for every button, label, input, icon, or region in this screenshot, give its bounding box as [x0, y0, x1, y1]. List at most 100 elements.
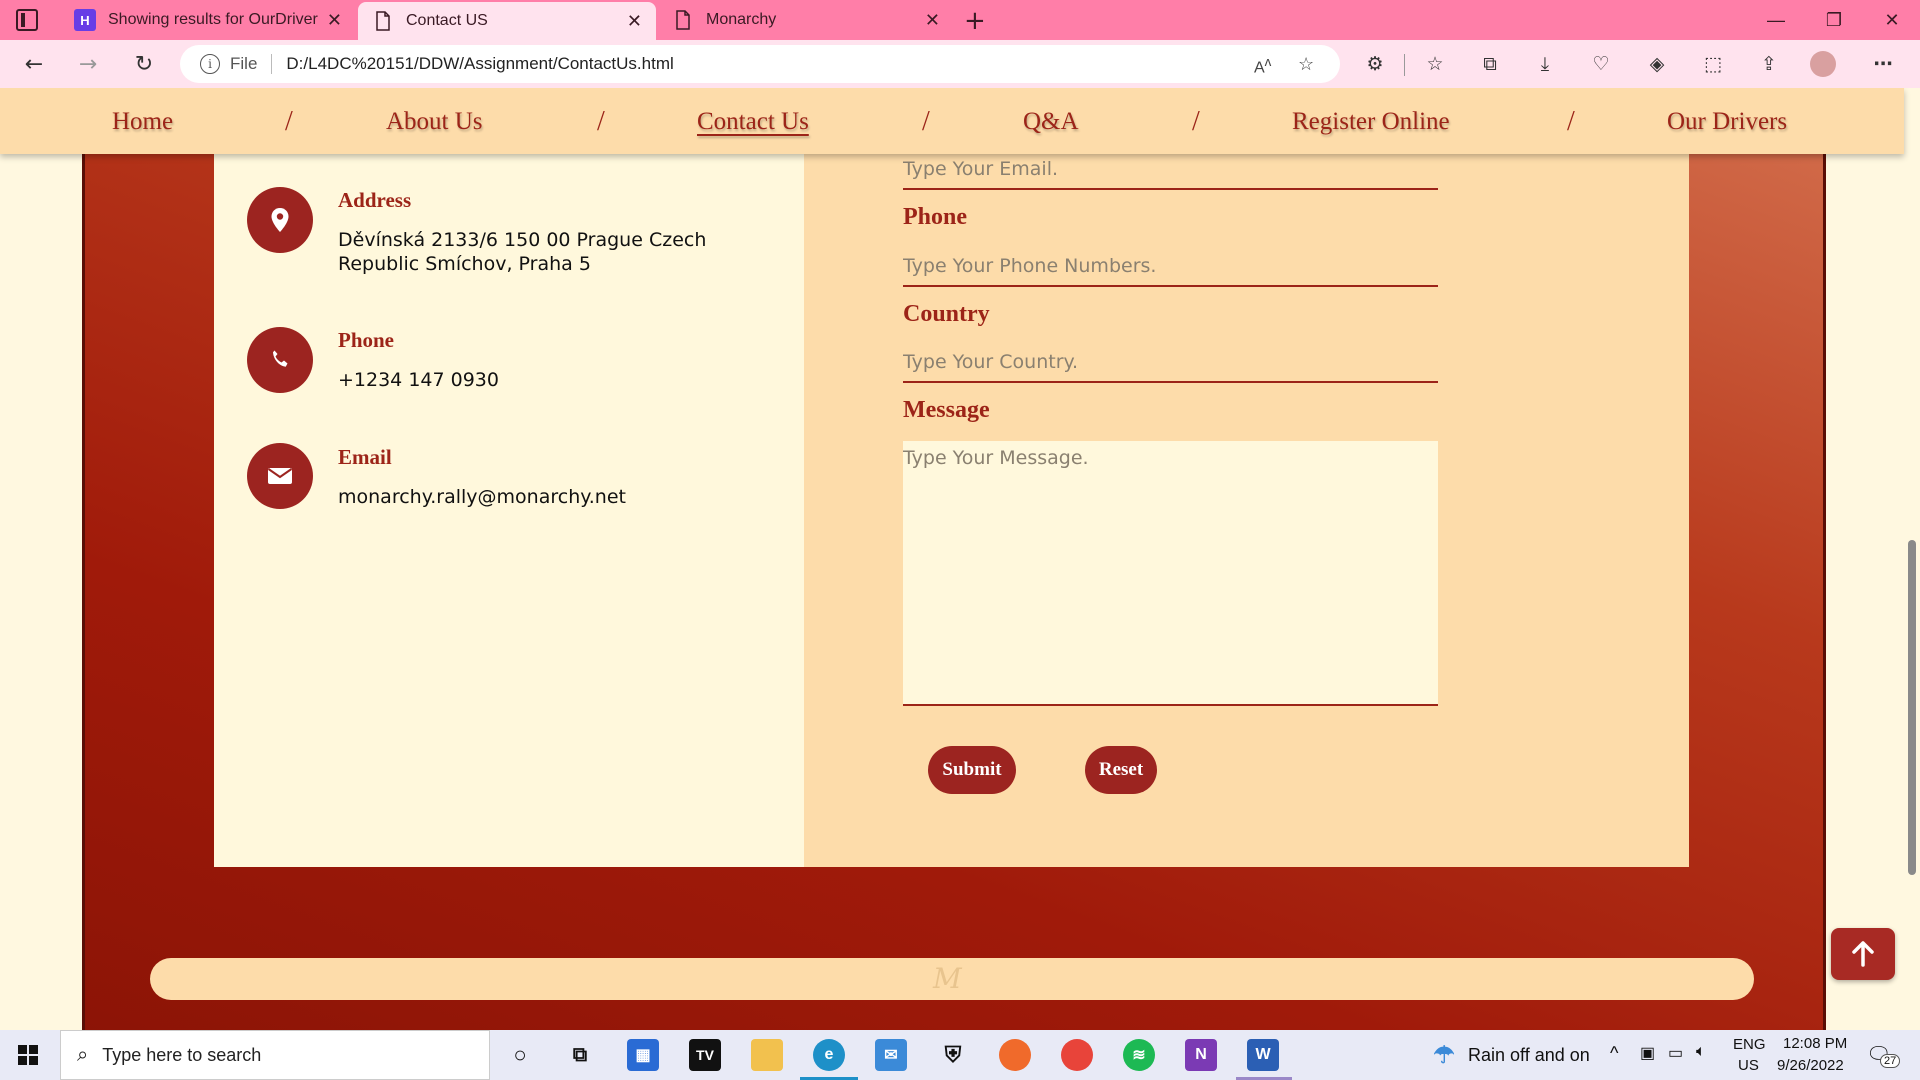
file-explorer-icon[interactable] [751, 1039, 783, 1071]
footer-logo: M [933, 962, 962, 995]
location-icon [247, 187, 313, 253]
hostinger-icon: H [74, 9, 96, 31]
browser-essentials-icon[interactable]: ♡ [1586, 52, 1616, 76]
main-nav: Home / About Us / Contact Us / Q&A / Reg… [0, 88, 1904, 154]
copilot-icon[interactable]: ◈ [1642, 52, 1672, 76]
nav-separator: / [1567, 106, 1575, 137]
phone-icon [247, 327, 313, 393]
close-icon[interactable]: ✕ [627, 11, 642, 32]
tradingview-icon[interactable]: TV [689, 1039, 721, 1071]
extensions-icon[interactable]: ⚙ [1360, 52, 1390, 76]
submit-button[interactable]: Submit [928, 746, 1016, 794]
collections-icon[interactable]: ⧉ [1475, 52, 1505, 76]
language-line-2[interactable]: US [1738, 1057, 1759, 1074]
nav-separator: / [1192, 106, 1200, 137]
language-line-1[interactable]: ENG [1733, 1036, 1766, 1053]
nav-about-us[interactable]: About Us [386, 108, 483, 136]
screenshot-icon[interactable]: ⬚ [1698, 52, 1728, 76]
clock-date[interactable]: 9/26/2022 [1777, 1057, 1844, 1074]
nav-our-drivers[interactable]: Our Drivers [1667, 108, 1787, 136]
tab-title: Contact US [406, 12, 488, 29]
security-shield-icon[interactable]: ⛨ [937, 1039, 969, 1071]
minimize-icon[interactable]: — [1748, 0, 1804, 40]
scroll-to-top-button[interactable] [1831, 928, 1895, 980]
edge-icon[interactable]: e [813, 1039, 845, 1071]
search-icon: ⌕ [77, 1043, 89, 1066]
tab-actions-icon[interactable] [16, 9, 38, 31]
country-label: Country [903, 301, 990, 327]
clock-time[interactable]: 12:08 PM [1783, 1035, 1847, 1052]
scrollbar-thumb[interactable] [1908, 540, 1916, 875]
nav-qa[interactable]: Q&A [1023, 108, 1079, 136]
close-icon[interactable]: ✕ [925, 10, 940, 31]
mail-icon[interactable]: ✉ [875, 1039, 907, 1071]
more-menu-icon[interactable]: ⋯ [1868, 52, 1898, 76]
restore-icon[interactable]: ❐ [1806, 0, 1862, 40]
word-icon[interactable]: W [1247, 1039, 1279, 1071]
read-aloud-icon[interactable]: Aʌ [1254, 54, 1271, 77]
onenote-icon[interactable]: N [1185, 1039, 1217, 1071]
download-icon[interactable]: ⤓ [1530, 52, 1560, 76]
weather-umbrella-icon[interactable]: ☂ [1428, 1039, 1460, 1071]
weather-text[interactable]: Rain off and on [1468, 1045, 1590, 1066]
tab-title: Monarchy [706, 11, 777, 28]
volume-icon[interactable]: 🔈︎ [1696, 1043, 1706, 1061]
phone-number: +1234 147 0930 [338, 369, 499, 391]
meet-now-icon[interactable]: ▣ [1640, 1043, 1655, 1063]
store-icon[interactable]: ▦ [627, 1039, 659, 1071]
close-window-icon[interactable]: ✕ [1864, 0, 1920, 40]
envelope-icon [247, 443, 313, 509]
tab-contact-us[interactable]: Contact US ✕ [358, 2, 656, 40]
email-title: Email [338, 445, 392, 469]
windows-start-icon[interactable] [18, 1045, 38, 1065]
notification-count: 27 [1880, 1054, 1901, 1068]
message-label: Message [903, 397, 990, 423]
address-title: Address [338, 188, 412, 212]
message-field[interactable] [903, 441, 1438, 706]
tray-chevron-icon[interactable]: ^ [1610, 1043, 1618, 1064]
tab-search-results[interactable]: H Showing results for OurDrivers.h ✕ [60, 0, 356, 40]
chrome-icon[interactable] [1061, 1039, 1093, 1071]
footer-bar: M [150, 958, 1754, 1000]
email-field[interactable] [903, 150, 1438, 190]
arrow-up-icon [1852, 941, 1874, 967]
nav-home[interactable]: Home [112, 108, 173, 136]
share-icon[interactable]: ⇪ [1754, 52, 1784, 76]
country-field[interactable] [903, 343, 1438, 383]
task-view-icon[interactable]: ⧉ [564, 1039, 596, 1071]
refresh-icon[interactable]: ↻ [126, 48, 162, 80]
spotify-icon[interactable]: ≋ [1123, 1039, 1155, 1071]
tab-title: Showing results for OurDrivers.h [108, 11, 318, 28]
search-placeholder: Type here to search [102, 1044, 262, 1065]
url-field[interactable]: i File D:/L4DC%20151/DDW/Assignment/Cont… [180, 45, 1340, 83]
nav-separator: / [597, 106, 605, 137]
forward-icon[interactable]: → [70, 48, 106, 80]
toolbar-divider [1404, 54, 1405, 76]
favorites-icon[interactable]: ☆ [1420, 52, 1450, 76]
info-icon[interactable]: i [200, 54, 220, 74]
battery-icon[interactable]: ▭ [1668, 1043, 1683, 1063]
tab-monarchy[interactable]: Monarchy ✕ [658, 0, 954, 40]
address-line-2: Republic Smíchov, Praha 5 [338, 253, 591, 275]
url-text: D:/L4DC%20151/DDW/Assignment/ContactUs.h… [286, 54, 674, 73]
email-address: monarchy.rally@monarchy.net [338, 486, 626, 508]
taskbar-search[interactable]: ⌕ Type here to search [60, 1030, 490, 1080]
taskbar: ⌕ Type here to search ○ ⧉ ▦ TV e ✉ ⛨ ≋ N… [0, 1030, 1920, 1080]
back-icon[interactable]: ← [16, 48, 52, 80]
nav-contact-us[interactable]: Contact Us [697, 108, 809, 136]
url-scheme: File [230, 54, 258, 73]
phone-field[interactable] [903, 247, 1438, 287]
nav-register-online[interactable]: Register Online [1292, 108, 1450, 136]
scrollbar[interactable] [1904, 88, 1920, 1030]
firefox-icon[interactable] [999, 1039, 1031, 1071]
profile-avatar[interactable] [1810, 51, 1836, 77]
favorite-add-icon[interactable]: ☆ [1298, 54, 1314, 75]
url-separator [271, 54, 273, 74]
cortana-icon[interactable]: ○ [504, 1039, 536, 1071]
close-icon[interactable]: ✕ [327, 10, 342, 31]
new-tab-icon[interactable]: + [964, 6, 986, 36]
phone-title: Phone [338, 328, 395, 352]
nav-separator: / [285, 106, 293, 137]
page-icon [372, 10, 394, 32]
reset-button[interactable]: Reset [1085, 746, 1157, 794]
